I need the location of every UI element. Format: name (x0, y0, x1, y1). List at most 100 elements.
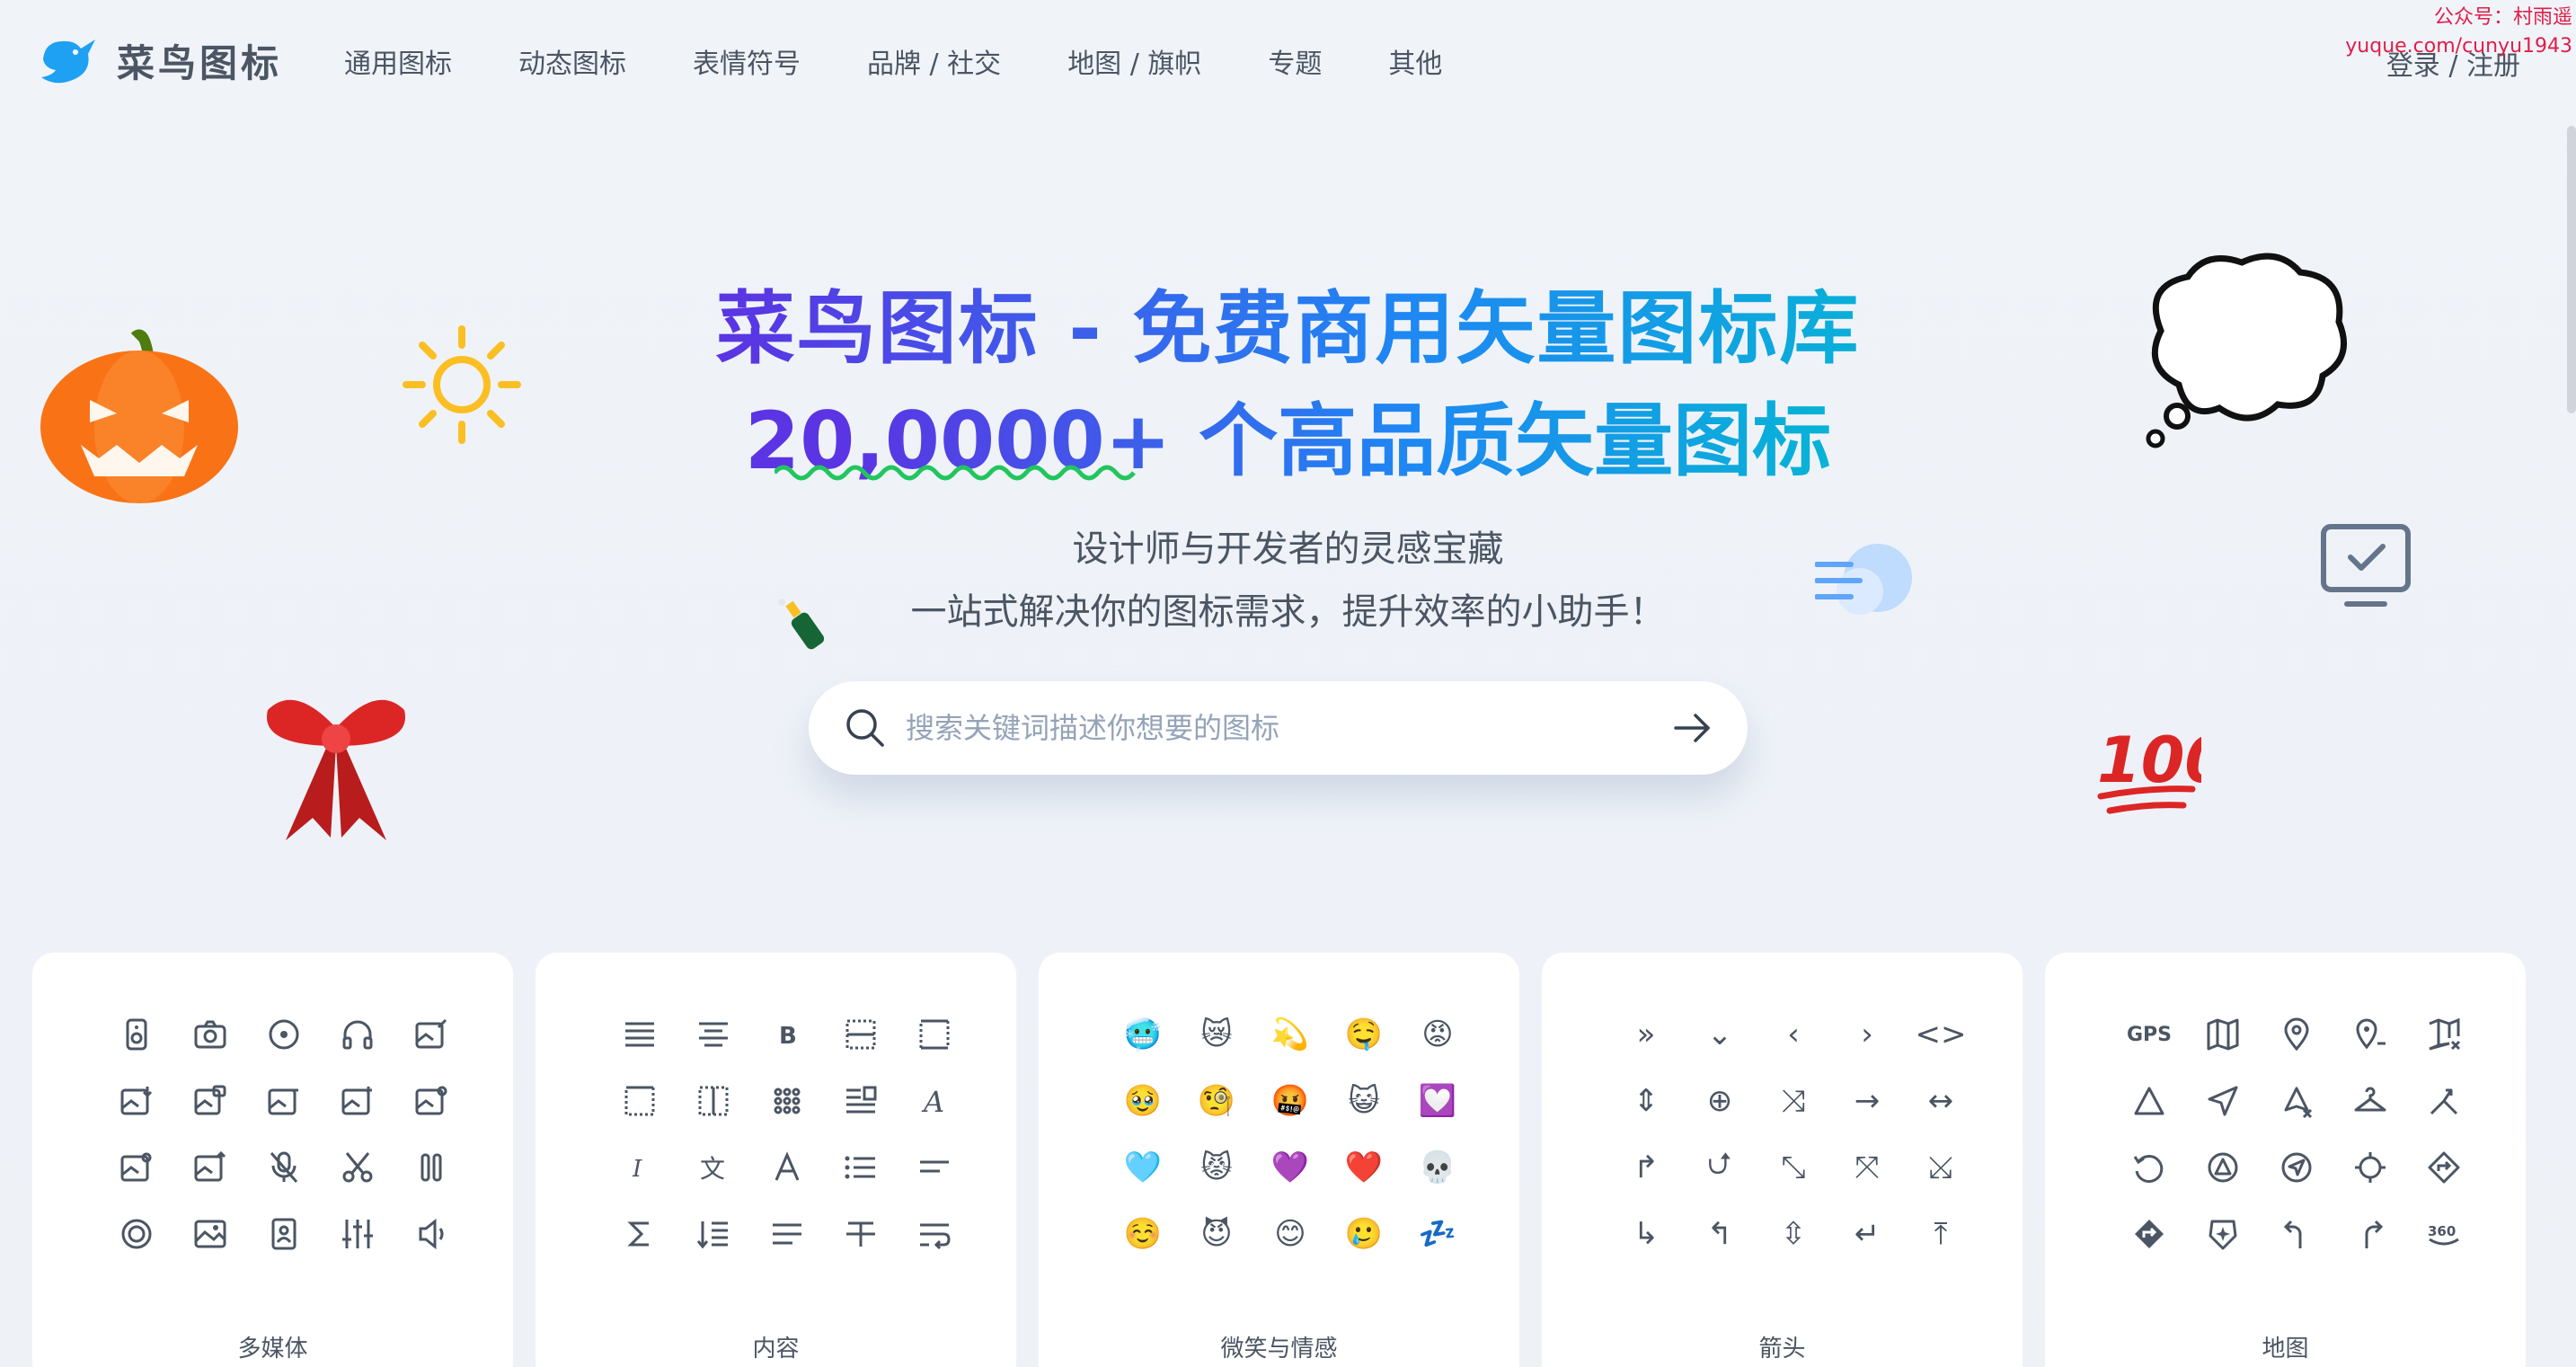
equalizer-icon[interactable] (321, 1215, 394, 1253)
shuffle-icon[interactable]: ⤨ (1757, 1082, 1830, 1120)
turn-left-icon[interactable] (2260, 1215, 2333, 1253)
list-icon[interactable] (824, 1149, 898, 1186)
image-edit-icon[interactable] (394, 1016, 468, 1053)
expand-vertical-icon[interactable]: ⇕ (1609, 1082, 1683, 1120)
hanger-icon[interactable] (2333, 1082, 2407, 1120)
nav-item-brand-social[interactable]: 品牌 / 社交 (867, 41, 1001, 81)
scissors-off-icon[interactable] (321, 1149, 394, 1186)
contact-card-icon[interactable] (247, 1215, 321, 1253)
code-icon[interactable]: <> (1904, 1016, 1978, 1053)
circle-arrow-right-icon[interactable]: ⊕ (1683, 1082, 1757, 1120)
triangle-icon[interactable] (2112, 1082, 2186, 1120)
nav-item-topics[interactable]: 专题 (1268, 41, 1322, 81)
disc-icon[interactable] (247, 1016, 321, 1053)
skull-emoji[interactable]: 💀 (1401, 1149, 1474, 1186)
grid-dots-icon[interactable] (750, 1082, 824, 1120)
arrow-up-to-line-icon[interactable]: ⤒ (1904, 1215, 1978, 1253)
nav-item-animated[interactable]: 动态图标 (518, 41, 626, 81)
circle-navigation-icon[interactable] (2260, 1149, 2333, 1186)
border-vertical-icon[interactable] (677, 1082, 750, 1120)
circle-triangle-icon[interactable] (2186, 1149, 2260, 1186)
holding-tears-emoji[interactable]: 🥹 (1106, 1082, 1180, 1120)
nav-item-general[interactable]: 通用图标 (344, 41, 452, 81)
navigation-icon[interactable] (2186, 1082, 2260, 1120)
chevrons-up-down-icon[interactable]: ⇳ (1757, 1215, 1830, 1253)
nav-item-map-flag[interactable]: 地图 / 旗帜 (1067, 41, 1201, 81)
align-left-icon[interactable] (898, 1149, 971, 1186)
crying-cat-emoji[interactable]: 😿 (1180, 1016, 1253, 1053)
map-pin-icon[interactable] (2260, 1016, 2333, 1053)
shrink-icon[interactable]: ⤩ (1904, 1149, 1978, 1186)
cold-face-emoji[interactable]: 🥶 (1106, 1016, 1180, 1053)
map-off-icon[interactable] (2407, 1016, 2481, 1053)
border-inner-icon[interactable] (824, 1016, 898, 1053)
camera-icon[interactable] (173, 1016, 247, 1053)
pouting-cat-emoji[interactable]: 😾 (1180, 1149, 1253, 1186)
sparkle-sign-icon[interactable] (2186, 1215, 2260, 1253)
align-justify-icon[interactable] (603, 1016, 677, 1053)
chevron-left-icon[interactable]: ‹ (1757, 1016, 1830, 1053)
image-upload-icon[interactable] (173, 1149, 247, 1186)
text-wrap-icon[interactable] (898, 1215, 971, 1253)
italic-icon[interactable]: I (603, 1149, 677, 1186)
align-center-icon[interactable] (677, 1016, 750, 1053)
record-icon[interactable] (100, 1215, 173, 1253)
card-content[interactable]: B A I 文 内容 (536, 953, 1016, 1367)
collapse-icon[interactable]: ⤧ (1830, 1149, 1904, 1186)
image-settings-icon[interactable] (394, 1082, 468, 1120)
image-minus-icon[interactable] (247, 1082, 321, 1120)
chevron-down-icon[interactable]: ⌄ (1683, 1016, 1757, 1053)
direction-sign-icon[interactable] (2407, 1082, 2481, 1120)
angry-face-emoji[interactable]: 😡 (1401, 1016, 1474, 1053)
rotate-360-icon[interactable]: 360 (2407, 1215, 2481, 1253)
route-diamond-icon[interactable] (2407, 1149, 2481, 1186)
smiling-tear-emoji[interactable]: 🥲 (1327, 1215, 1401, 1253)
font-italic-a-icon[interactable]: A (898, 1082, 971, 1120)
headphones-icon[interactable] (321, 1016, 394, 1053)
cursing-face-emoji[interactable]: 🤬 (1253, 1082, 1327, 1120)
arrow-right-icon[interactable] (1672, 708, 1712, 748)
image-lock-icon[interactable] (173, 1082, 247, 1120)
corner-down-right-icon[interactable]: ↳ (1609, 1215, 1683, 1253)
zzz-emoji[interactable]: 💤 (1401, 1215, 1474, 1253)
corner-up-right-icon[interactable]: ↱ (1609, 1149, 1683, 1186)
chevrons-right-icon[interactable]: » (1609, 1016, 1683, 1053)
logo[interactable]: 菜鸟图标 (36, 32, 282, 88)
return-icon[interactable]: ↵ (1830, 1215, 1904, 1253)
font-a-icon[interactable] (750, 1149, 824, 1186)
image-plus-icon[interactable] (321, 1082, 394, 1120)
card-multimedia[interactable]: 多媒体 (32, 953, 513, 1367)
map-icon[interactable] (2186, 1016, 2260, 1053)
route-diamond-filled-icon[interactable] (2112, 1215, 2186, 1253)
gps-icon[interactable]: GPS (2112, 1016, 2186, 1053)
drooling-face-emoji[interactable]: 🤤 (1327, 1016, 1401, 1053)
strikethrough-icon[interactable] (824, 1215, 898, 1253)
smiling-devil-emoji[interactable]: 😈 (1180, 1215, 1253, 1253)
bold-icon[interactable]: B (750, 1016, 824, 1053)
corner-swap-icon[interactable]: ⮍ (1683, 1146, 1757, 1186)
dizzy-emoji[interactable]: 💫 (1253, 1016, 1327, 1053)
search-bar[interactable] (809, 681, 1748, 775)
align-text-icon[interactable] (750, 1215, 824, 1253)
heart-decoration-emoji[interactable]: 💟 (1401, 1082, 1474, 1120)
card-emotions[interactable]: 🥶 😿 💫 🤤 😡 🥹 🧐 🤬 😺 💟 🩵 😾 💜 ❤️ 💀 ☺️ 😈 😊 🥲 … (1039, 953, 1519, 1367)
pause-icon[interactable] (394, 1149, 468, 1186)
card-arrows[interactable]: » ⌄ ‹ › <> ⇕ ⊕ ⤨ → ↔ ↱ ⮍ ⤡ ⤧ ⤩ ↳ ↰ ⇳ ↵ ⤒… (1542, 953, 2023, 1367)
grinning-cat-emoji[interactable]: 😺 (1327, 1082, 1401, 1120)
translate-icon[interactable]: 文 (677, 1149, 750, 1186)
turn-right-icon[interactable] (2333, 1215, 2407, 1253)
card-map[interactable]: GPS 360 地图 (2045, 953, 2526, 1367)
chevron-right-icon[interactable]: › (1830, 1016, 1904, 1053)
blush-emoji[interactable]: 😊 (1253, 1215, 1327, 1253)
purple-heart-emoji[interactable]: 💜 (1253, 1149, 1327, 1186)
nav-item-other[interactable]: 其他 (1388, 41, 1442, 81)
smiling-face-emoji[interactable]: ☺️ (1106, 1215, 1180, 1253)
red-heart-emoji[interactable]: ❤️ (1327, 1149, 1401, 1186)
history-icon[interactable] (2112, 1149, 2186, 1186)
mic-off-icon[interactable] (247, 1149, 321, 1186)
arrows-horizontal-icon[interactable]: ↔ (1904, 1082, 1978, 1120)
border-horizontal-icon[interactable] (898, 1016, 971, 1053)
volume-low-icon[interactable] (394, 1215, 468, 1253)
crosshair-icon[interactable] (2333, 1149, 2407, 1186)
text-wrap-image-icon[interactable] (824, 1082, 898, 1120)
